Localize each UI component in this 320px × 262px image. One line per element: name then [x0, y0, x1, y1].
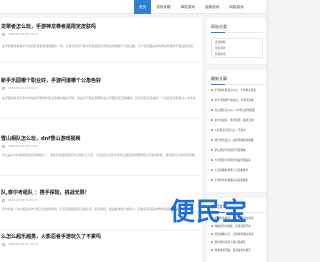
- article-card[interactable]: 新手乐园哪个职业好，手游问道哪个公角色好 2024-03-21 09:22:31…: [0, 78, 202, 118]
- latest-article-link[interactable]: 手游吃鸡新地图玩法深度解析: [211, 178, 265, 183]
- widget-accent-rule: [211, 84, 225, 85]
- category-link[interactable]: 单机游戏: [215, 46, 225, 51]
- latest-article-link[interactable]: 手游神龙尊者怎么玩，手游神龙尊者: [211, 88, 265, 93]
- bullet-icon: [211, 99, 213, 101]
- article-title[interactable]: 么怎么超乐越勇，火影忍者手游玩久了不累吗: [1, 234, 101, 241]
- article-card[interactable]: 龙翠者怎么玩，手游神龙尊者是限定皮肤吗 2024-03-22 08:13:12 …: [0, 24, 202, 62]
- sidebar-category-widget: 网站分类 游戏攻略 单机游戏 经典游戏: [207, 18, 269, 64]
- category-link[interactable]: 游戏攻略: [215, 40, 225, 45]
- article-title[interactable]: 雪山相队怎么玩，dnf雪山游戏视频: [1, 136, 80, 143]
- latest-article-link[interactable]: 王者荣耀新赛季上分英雄推荐: [211, 168, 265, 173]
- article-meta: 2024-03-21 06:47:09: [2, 144, 38, 148]
- article-date: 2024-03-20 10:31:55: [8, 198, 38, 202]
- article-excerpt: 雪山是dnf中非常受欢迎的地图之一，很多玩家都想知道雪山相队怎么玩，今天就为大家…: [2, 153, 198, 157]
- clock-icon: [2, 144, 5, 148]
- widget-title: 最新文章: [211, 76, 227, 81]
- latest-article-link[interactable]: 梦幻西游手游新区开服攻略: [211, 148, 265, 153]
- sidebar-latest-widget: 最新文章 手游神龙尊者怎么玩，手游神龙尊者 新手乐园哪个职业好，手游问道哪 雪山…: [207, 70, 269, 192]
- hot-article-link[interactable]: 游戏攻略大全，让你轻松通关游戏: [211, 232, 265, 237]
- clock-icon: [2, 32, 5, 36]
- article-title[interactable]: 队,泰尔考组队 ：携手探险，挑战无限！: [1, 190, 90, 197]
- widget-title: 网站分类: [211, 24, 227, 29]
- hot-article-link[interactable]: 最新单机游戏下载合集推荐: [211, 240, 265, 245]
- page-scrollbar[interactable]: [266, 0, 269, 262]
- clock-icon: [2, 198, 5, 202]
- latest-article-link[interactable]: 盛世游戏盘点，这些经典值得收藏: [211, 138, 265, 143]
- clock-icon: [2, 242, 5, 246]
- article-meta: 2024-03-22 08:13:12: [2, 32, 38, 36]
- bullet-icon: [211, 129, 213, 131]
- article-date: 2024-03-21 09:22:31: [8, 86, 38, 90]
- nav-item-home[interactable]: 首页: [134, 0, 152, 14]
- bullet-icon: [211, 249, 213, 251]
- category-link[interactable]: 经典游戏: [215, 52, 225, 57]
- main-nav: 首页 游戏攻略 单机游戏 经典游戏 网络游戏: [134, 0, 249, 14]
- nav-item-guides[interactable]: 游戏攻略: [151, 0, 175, 14]
- latest-article-link[interactable]: 火影忍者手游玩久了不累吗: [211, 128, 265, 133]
- nav-item-single-player[interactable]: 单机游戏: [176, 0, 200, 14]
- latest-article-link[interactable]: 新手乐园哪个职业好，手游问道哪: [211, 98, 265, 103]
- article-title[interactable]: 龙翠者怎么玩，手游神龙尊者是限定皮肤吗: [1, 24, 96, 31]
- article-date: 2024-03-20 07:15:40: [8, 242, 38, 246]
- article-card[interactable]: 么怎么超乐越勇，火影忍者手游玩久了不累吗 2024-03-20 07:15:40: [0, 234, 202, 262]
- bullet-icon: [211, 233, 213, 235]
- latest-article-link[interactable]: 大话西游手游新手快速升级指南: [211, 158, 265, 163]
- nav-item-classic[interactable]: 经典游戏: [200, 0, 224, 14]
- latest-article-link[interactable]: 雪山相队怎么玩，dnf雪山游戏视频: [211, 108, 265, 113]
- article-meta: 2024-03-21 09:22:31: [2, 86, 38, 90]
- widget-accent-rule: [211, 32, 225, 33]
- bullet-icon: [211, 241, 213, 243]
- article-date: 2024-03-22 08:13:12: [8, 32, 38, 36]
- bullet-icon: [211, 169, 213, 171]
- article-date: 2024-03-21 06:47:09: [8, 144, 38, 148]
- bullet-icon: [211, 179, 213, 181]
- nav-item-online[interactable]: 网络游戏: [224, 0, 248, 14]
- bullet-icon: [211, 109, 213, 111]
- hot-article-link[interactable]: 经典游戏回顾，重温童年的快乐: [211, 248, 265, 253]
- bullet-icon: [211, 159, 213, 161]
- article-meta: 2024-03-20 10:31:55: [2, 198, 38, 202]
- clock-icon: [2, 86, 5, 90]
- article-excerpt: 在乐园的新手玩家中经常提到游戏中职业选择的相关问题，但是对于职业选择来说大家都有…: [2, 96, 199, 100]
- article-meta: 2024-03-20 07:15:40: [2, 242, 38, 246]
- latest-article-link[interactable]: 泰尔考组队：携手探险，挑战无限: [211, 118, 265, 123]
- top-header: 首页 游戏攻略 单机游戏 经典游戏 网络游戏: [0, 0, 269, 14]
- bullet-icon: [211, 149, 213, 151]
- bullet-icon: [211, 139, 213, 141]
- category-box: 游戏攻略 单机游戏 经典游戏: [211, 38, 263, 58]
- bullet-icon: [211, 119, 213, 121]
- article-title[interactable]: 新手乐园哪个职业好，手游问道哪个公角色好: [1, 78, 101, 85]
- brand-watermark: 便民宝: [170, 197, 249, 226]
- article-card[interactable]: 雪山相队怎么玩，dnf雪山游戏视频 2024-03-21 06:47:09 雪山…: [0, 136, 202, 176]
- article-excerpt: 在手游神龙尊者中手游皮肤里很值得收藏的一款，许多玩家对于神龙尊者是限定皮肤的问题…: [2, 44, 196, 48]
- bullet-icon: [211, 89, 213, 91]
